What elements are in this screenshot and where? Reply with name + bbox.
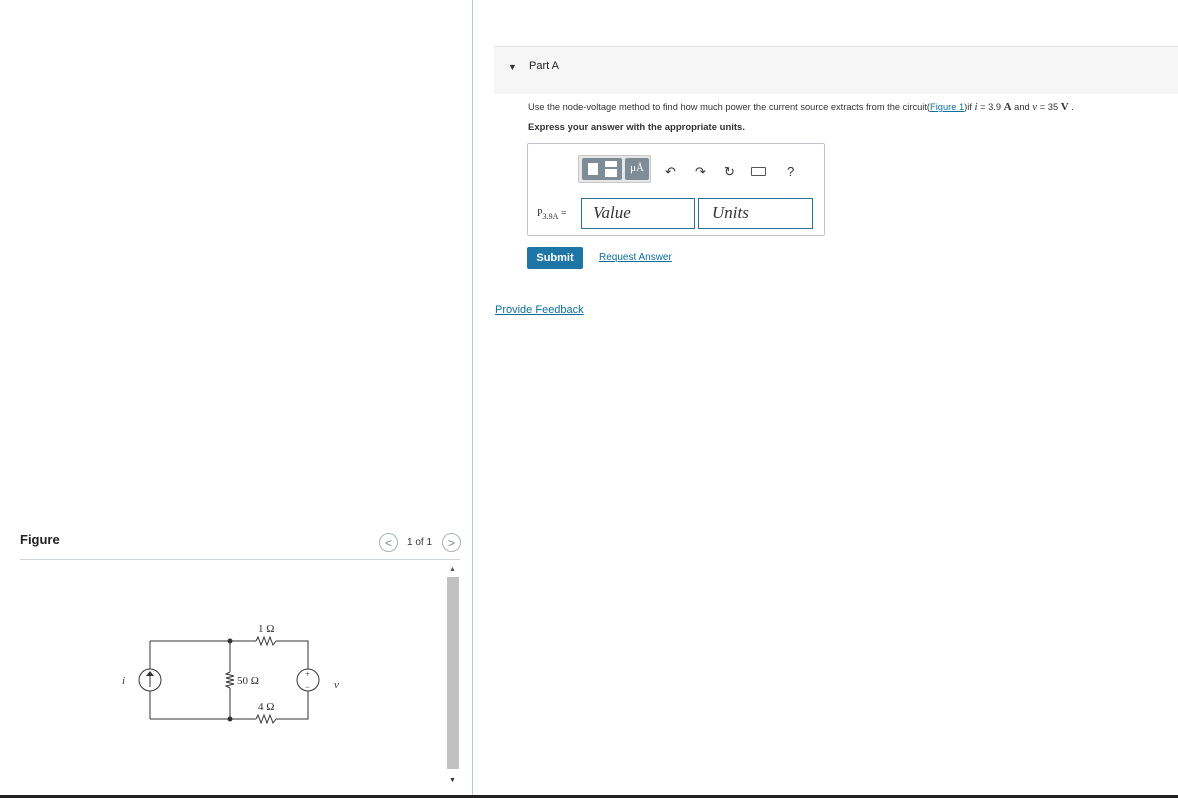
scroll-up-icon[interactable]: ▲ (449, 566, 456, 573)
value-input[interactable]: Value (581, 198, 695, 229)
resistor-4ohm (255, 713, 277, 725)
unit-ampere: A (1003, 101, 1012, 113)
keyboard-icon[interactable] (751, 167, 766, 176)
instruction-text: Express your answer with the appropriate… (528, 122, 745, 133)
templates-button[interactable] (582, 158, 622, 180)
figure-title: Figure (20, 532, 60, 547)
answer-label-subscript: 3.9A (542, 212, 559, 221)
template-icon (588, 163, 598, 175)
question-text: Use the node-voltage method to find how … (528, 101, 1074, 113)
request-answer-link[interactable]: Request Answer (599, 252, 672, 263)
template-icon-top (605, 161, 617, 167)
resistor-50ohm (224, 671, 235, 689)
resistor-bottom-label: 4 Ω (258, 701, 274, 713)
scroll-down-icon[interactable]: ▼ (449, 777, 456, 784)
question-text-end: . (1068, 102, 1074, 112)
question-text-and: and (1011, 102, 1033, 112)
figure-link[interactable]: Figure 1 (930, 102, 964, 112)
wire-r4-right (276, 691, 309, 720)
question-text-i-value: = 3.9 (977, 102, 1004, 112)
next-figure-button[interactable]: > (442, 533, 461, 552)
units-button[interactable]: μÅ (625, 158, 649, 180)
submit-button[interactable]: Submit (527, 247, 583, 269)
current-source-label: i (122, 675, 125, 687)
resistor-middle-label: 50 Ω (237, 675, 259, 687)
node-bottom (227, 716, 233, 722)
part-a-title[interactable]: Part A (529, 60, 559, 72)
node-top (227, 638, 233, 644)
figure-divider (20, 559, 460, 560)
provide-feedback-link[interactable]: Provide Feedback (495, 304, 584, 316)
wire-r1-right (276, 640, 309, 669)
pane-divider[interactable] (472, 0, 473, 796)
voltage-plus-sign: + (305, 669, 310, 679)
unit-volt: V (1060, 101, 1069, 113)
chevron-right-icon: > (447, 536, 455, 550)
previous-figure-button[interactable]: < (379, 533, 398, 552)
figure-page-counter: 1 of 1 (407, 537, 433, 548)
question-text-v-value: = 35 (1037, 102, 1061, 112)
chevron-left-icon: < (384, 536, 392, 550)
resistor-1ohm (255, 635, 277, 647)
help-icon[interactable]: ? (787, 164, 794, 179)
units-input[interactable]: Units (698, 198, 813, 229)
voltage-source-label: v (334, 679, 339, 691)
template-icon-bottom (605, 169, 617, 177)
question-text-start: Use the node-voltage method to find how … (528, 102, 931, 112)
scrollbar-thumb[interactable] (447, 577, 459, 769)
collapse-caret-icon[interactable]: ▼ (508, 62, 517, 72)
reset-icon[interactable]: ↻ (724, 164, 735, 180)
redo-icon[interactable]: ↷ (695, 164, 706, 180)
resistor-top-label: 1 Ω (258, 623, 274, 635)
current-arrow-head (146, 671, 154, 676)
answer-label-equals: = (558, 208, 567, 219)
part-a-header[interactable] (494, 46, 1178, 94)
circuit-diagram: i 1 Ω 50 Ω 4 Ω v + − (122, 623, 339, 725)
answer-label: P3.9A = (537, 208, 566, 221)
voltage-minus-sign: − (305, 682, 310, 692)
undo-icon[interactable]: ↶ (665, 164, 676, 180)
question-text-if: )if (964, 102, 975, 112)
